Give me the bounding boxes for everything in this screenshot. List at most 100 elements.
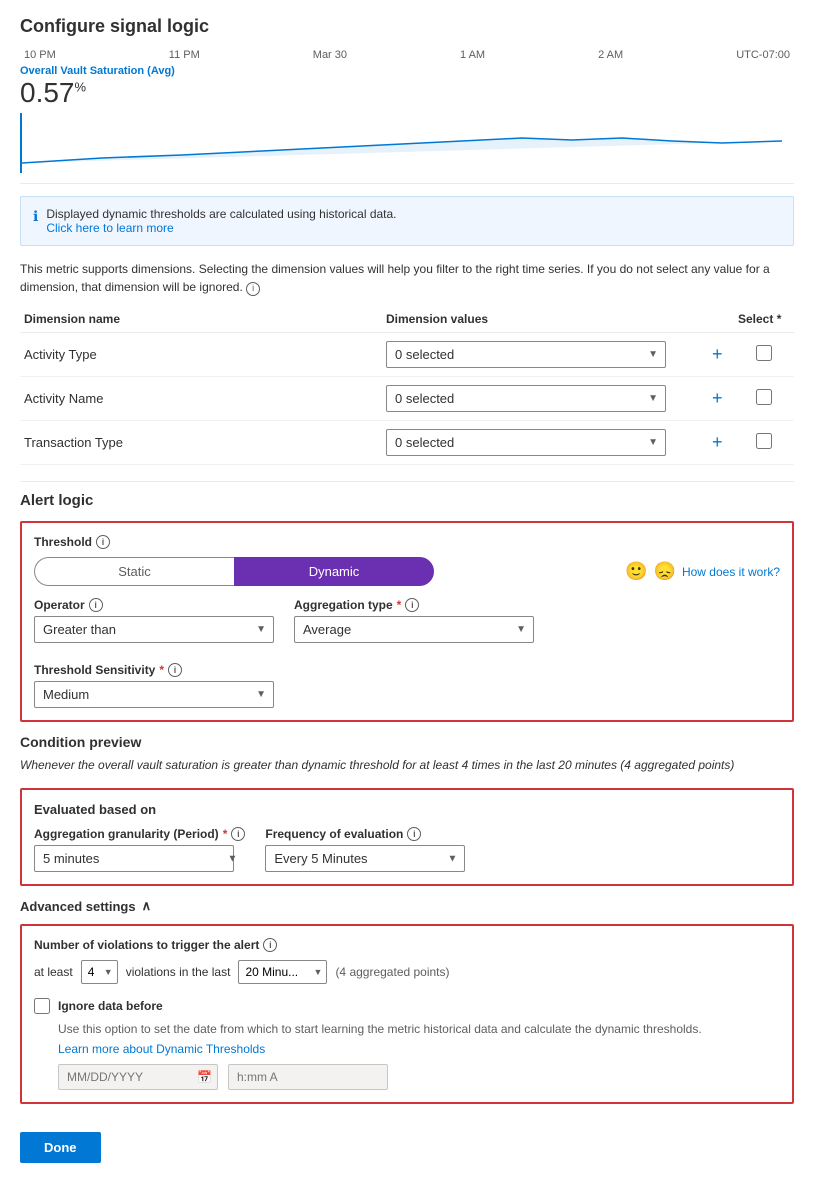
aggregation-granularity-label: Aggregation granularity (Period) * i — [34, 827, 245, 841]
dim-name-0: Activity Type — [20, 333, 382, 377]
ignore-data-checkbox[interactable] — [34, 998, 50, 1014]
chart-value: 0.57% — [20, 77, 794, 109]
date-time-row: 📅 — [34, 1064, 780, 1090]
aggregation-granularity-select[interactable]: 1 minute 5 minutes 10 minutes 15 minutes… — [34, 845, 234, 872]
threshold-label: Threshold i — [34, 535, 780, 549]
aggregated-note: (4 aggregated points) — [335, 965, 449, 979]
operator-info-icon[interactable]: i — [89, 598, 103, 612]
dimensions-info-icon[interactable]: i — [246, 282, 260, 296]
advanced-settings-section: Advanced settings ∧ Number of violations… — [20, 898, 794, 1104]
smile-icon: 🙂 — [625, 561, 647, 582]
page-title: Configure signal logic — [20, 16, 794, 37]
condition-preview-title: Condition preview — [20, 734, 794, 750]
condition-preview-text: Whenever the overall vault saturation is… — [20, 756, 794, 774]
chart-time-axis: 10 PM 11 PM Mar 30 1 AM 2 AM UTC-07:00 — [20, 49, 794, 61]
learn-more-link[interactable]: Learn more about Dynamic Thresholds — [34, 1042, 780, 1056]
in-the-last-select[interactable]: 5 Minutes 10 Minutes 15 Minutes 20 Minu.… — [238, 960, 327, 984]
dim-name-2: Transaction Type — [20, 421, 382, 465]
at-least-select[interactable]: 1 2 3 4 5 — [81, 960, 118, 984]
advanced-settings-header[interactable]: Advanced settings ∧ — [20, 898, 794, 914]
frequency-of-evaluation-field: Frequency of evaluation i Every 1 Minute… — [265, 827, 465, 872]
aggregation-granularity-dropdown[interactable]: 1 minute 5 minutes 10 minutes 15 minutes… — [34, 845, 245, 872]
aggregation-type-select[interactable]: Average Minimum Maximum Total Count — [294, 616, 534, 643]
threshold-sensitivity-field: Threshold Sensitivity * i Low Medium Hig… — [34, 663, 274, 708]
frequency-dropdown[interactable]: Every 1 Minute Every 5 Minutes Every 10 … — [265, 845, 465, 872]
aggregation-granularity-info-icon[interactable]: i — [231, 827, 245, 841]
dim-checkbox-2[interactable] — [756, 433, 772, 449]
violations-title: Number of violations to trigger the aler… — [34, 938, 780, 952]
operator-select[interactable]: Greater than Less than Greater than or e… — [34, 616, 274, 643]
sad-icon: 😞 — [654, 561, 676, 582]
info-banner-link[interactable]: Click here to learn more — [46, 221, 396, 235]
frequency-of-evaluation-label: Frequency of evaluation i — [265, 827, 465, 841]
dim-values-select-0[interactable]: 0 selected — [386, 341, 666, 368]
dimensions-table: Dimension name Dimension values Select *… — [20, 306, 794, 465]
dim-name-1: Activity Name — [20, 377, 382, 421]
dim-add-button-2[interactable]: + — [706, 432, 729, 453]
col-dimension-name: Dimension name — [20, 306, 382, 333]
info-banner-text: Displayed dynamic thresholds are calcula… — [46, 207, 396, 221]
alert-logic-section: Alert logic Threshold i Static Dynamic 🙂… — [20, 492, 794, 722]
threshold-box: Threshold i Static Dynamic 🙂 😞 How does … — [20, 521, 794, 722]
aggregation-type-field: Aggregation type * i Average Minimum Max… — [294, 598, 534, 643]
chart-visualization — [20, 113, 794, 173]
ignore-data-label: Ignore data before — [58, 999, 163, 1013]
violations-info-icon[interactable]: i — [263, 938, 277, 952]
dim-checkbox-1[interactable] — [756, 389, 772, 405]
date-input-wrapper: 📅 — [58, 1064, 218, 1090]
table-row: Transaction Type 0 selected ▼ + — [20, 421, 794, 465]
table-row: Activity Name 0 selected ▼ + — [20, 377, 794, 421]
chart-area: 10 PM 11 PM Mar 30 1 AM 2 AM UTC-07:00 O… — [20, 49, 794, 184]
dynamic-toggle-button[interactable]: Dynamic — [234, 557, 434, 586]
dim-values-dropdown-1[interactable]: 0 selected ▼ — [386, 385, 666, 412]
chevron-up-icon: ∧ — [142, 898, 152, 914]
at-least-dropdown[interactable]: 1 2 3 4 5 ▼ — [81, 960, 118, 984]
col-select: Select * — [734, 306, 794, 333]
frequency-info-icon[interactable]: i — [407, 827, 421, 841]
aggregation-granularity-field: Aggregation granularity (Period) * i 1 m… — [34, 827, 245, 872]
dim-values-dropdown-2[interactable]: 0 selected ▼ — [386, 429, 666, 456]
ignore-data-row: Ignore data before — [34, 998, 780, 1014]
dim-add-button-1[interactable]: + — [706, 388, 729, 409]
calendar-icon: 📅 — [197, 1070, 212, 1084]
col-dimension-values: Dimension values — [382, 306, 702, 333]
violations-section: Number of violations to trigger the aler… — [34, 938, 780, 984]
chart-svg — [22, 113, 792, 168]
aggregation-type-dropdown[interactable]: Average Minimum Maximum Total Count ▼ — [294, 616, 534, 643]
static-toggle-button[interactable]: Static — [34, 557, 234, 586]
operator-label: Operator i — [34, 598, 274, 612]
threshold-sensitivity-label: Threshold Sensitivity * i — [34, 663, 274, 677]
advanced-settings-box: Number of violations to trigger the aler… — [20, 924, 794, 1104]
how-it-works-link[interactable]: 🙂 😞 How does it work? — [625, 561, 780, 582]
dim-values-select-2[interactable]: 0 selected — [386, 429, 666, 456]
operator-field: Operator i Greater than Less than Greate… — [34, 598, 274, 643]
in-the-last-dropdown[interactable]: 5 Minutes 10 Minutes 15 Minutes 20 Minu.… — [238, 960, 327, 984]
evaluated-based-on-title: Evaluated based on — [34, 802, 780, 817]
done-button[interactable]: Done — [20, 1132, 101, 1163]
chart-metric-label: Overall Vault Saturation (Avg) — [20, 65, 794, 77]
aggregation-type-info-icon[interactable]: i — [405, 598, 419, 612]
time-input[interactable] — [228, 1064, 388, 1090]
dim-values-dropdown-0[interactable]: 0 selected ▼ — [386, 341, 666, 368]
dim-add-button-0[interactable]: + — [706, 344, 729, 365]
threshold-toggle-group: Static Dynamic — [34, 557, 434, 586]
frequency-select[interactable]: Every 1 Minute Every 5 Minutes Every 10 … — [265, 845, 465, 872]
threshold-toggle-row: Static Dynamic 🙂 😞 How does it work? — [34, 557, 780, 586]
dim-checkbox-0[interactable] — [756, 345, 772, 361]
threshold-info-icon[interactable]: i — [96, 535, 110, 549]
violations-row: at least 1 2 3 4 5 ▼ violations in the l… — [34, 960, 780, 984]
ignore-data-section: Ignore data before Use this option to se… — [34, 998, 780, 1090]
threshold-sensitivity-select[interactable]: Low Medium High — [34, 681, 274, 708]
dimensions-section: This metric supports dimensions. Selecti… — [20, 260, 794, 465]
threshold-sensitivity-dropdown[interactable]: Low Medium High ▼ — [34, 681, 274, 708]
table-row: Activity Type 0 selected ▼ + — [20, 333, 794, 377]
operator-dropdown[interactable]: Greater than Less than Greater than or e… — [34, 616, 274, 643]
eval-fields-row: Aggregation granularity (Period) * i 1 m… — [34, 827, 780, 872]
info-banner: ℹ Displayed dynamic thresholds are calcu… — [20, 196, 794, 246]
condition-preview-section: Condition preview Whenever the overall v… — [20, 734, 794, 774]
threshold-sensitivity-info-icon[interactable]: i — [168, 663, 182, 677]
alert-logic-fields: Operator i Greater than Less than Greate… — [34, 598, 780, 708]
dim-values-select-1[interactable]: 0 selected — [386, 385, 666, 412]
date-input[interactable] — [58, 1064, 218, 1090]
aggregation-type-label: Aggregation type * i — [294, 598, 534, 612]
